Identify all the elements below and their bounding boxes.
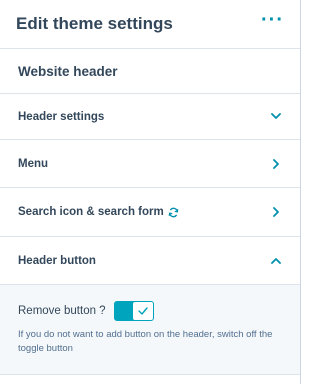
- panel-header: Edit theme settings ···: [0, 0, 300, 49]
- row-label: Menu: [18, 157, 49, 170]
- remove-button-toggle-row: Remove button ?: [18, 301, 282, 321]
- toggle-label: Remove button ?: [18, 305, 106, 317]
- toggle-help-text: If you do not want to add button on the …: [18, 329, 273, 354]
- section-heading-label: Website header: [18, 63, 118, 79]
- row-label-wrap: Search icon & search form: [18, 206, 179, 218]
- row-label: Search icon & search form: [18, 206, 164, 218]
- row-menu[interactable]: Menu: [0, 140, 300, 188]
- section-heading: Website header: [0, 49, 300, 94]
- header-button-settings: Remove button ? If you do not want to ad…: [0, 285, 300, 375]
- panel-title: Edit theme settings: [16, 14, 173, 33]
- row-search-icon-form[interactable]: Search icon & search form: [0, 188, 300, 237]
- row-header-settings[interactable]: Header settings: [0, 94, 300, 140]
- theme-settings-panel: Edit theme settings ··· Website header H…: [0, 0, 301, 384]
- chevron-right-icon: [270, 206, 282, 218]
- remove-button-toggle[interactable]: [113, 301, 154, 321]
- sync-icon: [168, 207, 179, 218]
- ellipsis-icon[interactable]: ···: [261, 10, 284, 38]
- chevron-down-icon: [270, 111, 282, 123]
- chevron-up-icon: [270, 255, 282, 267]
- row-header-button[interactable]: Header button: [0, 237, 300, 285]
- checkmark-icon: [132, 302, 153, 320]
- row-label: Header settings: [18, 110, 105, 123]
- chevron-right-icon: [270, 158, 282, 170]
- row-label: Header button: [18, 254, 96, 267]
